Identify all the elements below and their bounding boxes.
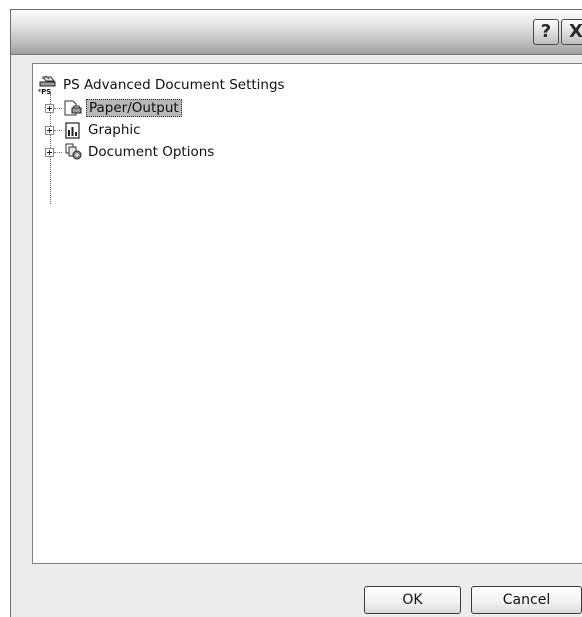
tree-item-label: Paper/Output: [86, 99, 182, 117]
tree-root-label: PS Advanced Document Settings: [63, 77, 285, 93]
close-button[interactable]: X: [561, 19, 582, 45]
tree-item-paper-output[interactable]: Paper/Output: [45, 98, 182, 118]
expand-icon[interactable]: [45, 147, 54, 157]
document-options-icon: [65, 143, 82, 160]
dialog-titlebar: ? X: [11, 10, 582, 55]
bar-chart-icon: [65, 122, 80, 139]
tree-root[interactable]: ²PS PS Advanced Document Settings: [37, 75, 285, 95]
tree-item-label: Document Options: [88, 144, 215, 160]
advanced-options-dialog: ? X ²PS PS Advanced Document Settings Pa…: [10, 9, 582, 617]
help-button[interactable]: ?: [533, 19, 559, 45]
ok-button[interactable]: OK: [364, 586, 461, 614]
tree-item-label: Graphic: [88, 122, 141, 138]
settings-tree[interactable]: ²PS PS Advanced Document Settings Paper/…: [32, 63, 582, 564]
expand-icon[interactable]: [45, 103, 54, 113]
tree-item-document-options[interactable]: Document Options: [45, 142, 216, 162]
tree-item-graphic[interactable]: Graphic: [45, 120, 143, 140]
tree-connector: [54, 129, 62, 131]
cancel-button[interactable]: Cancel: [471, 586, 582, 614]
ps-printer-icon: ²PS: [38, 75, 56, 95]
expand-icon[interactable]: [45, 125, 54, 135]
printer-paper-icon: [64, 100, 82, 116]
tree-connector: [54, 107, 62, 109]
tree-connector: [54, 151, 62, 153]
